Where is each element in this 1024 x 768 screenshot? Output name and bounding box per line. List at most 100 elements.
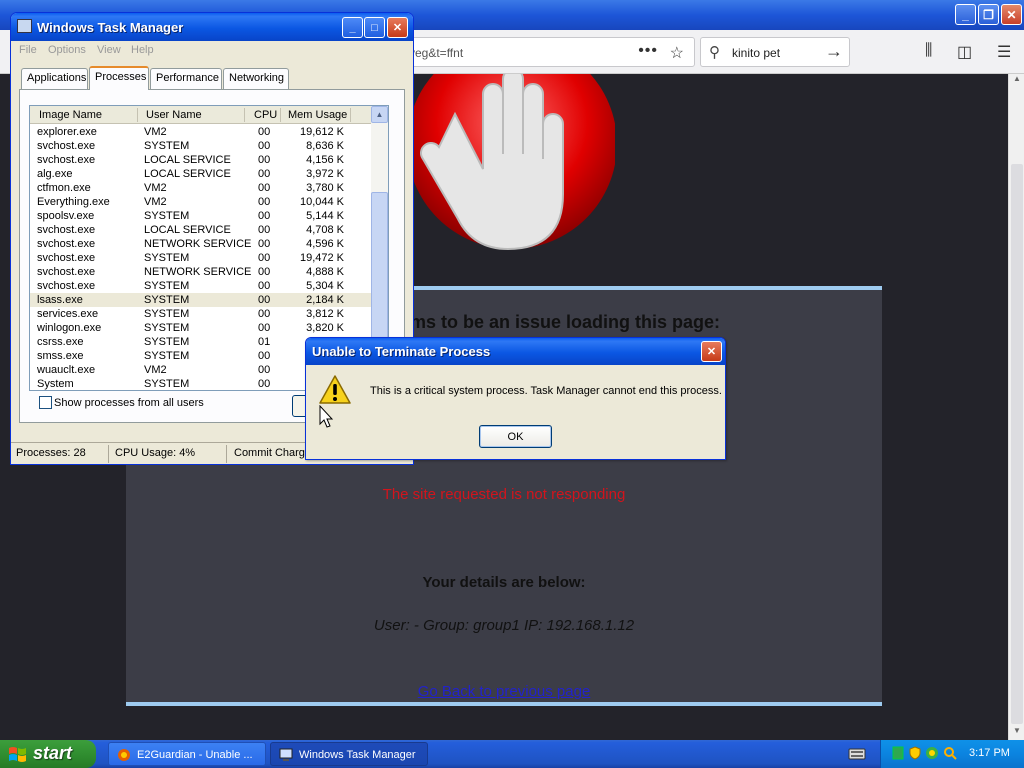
browser-minimize-button[interactable]: _	[955, 4, 976, 25]
dialog-title-bar[interactable]: Unable to Terminate Process ✕	[306, 338, 725, 365]
process-user: NETWORK SERVICE	[144, 238, 252, 250]
process-name: svchost.exe	[37, 266, 96, 278]
scroll-up-arrow-icon[interactable]: ▲	[1009, 74, 1024, 88]
unable-to-terminate-dialog: Unable to Terminate Process ✕ This is a …	[305, 337, 726, 460]
page-actions-icon[interactable]: •••	[638, 42, 658, 60]
bookmark-star-icon[interactable]: ☆	[670, 43, 684, 63]
process-row[interactable]: svchost.exe LOCAL SERVICE 00 4,708 K	[30, 223, 372, 237]
browser-scrollbar[interactable]: ▲ ▼	[1008, 74, 1024, 740]
column-divider[interactable]	[244, 108, 245, 122]
tab-networking[interactable]: Networking	[223, 68, 289, 89]
process-row[interactable]: alg.exe LOCAL SERVICE 00 3,972 K	[30, 167, 372, 181]
network-icon[interactable]	[891, 746, 905, 760]
taskbar-item-label: E2Guardian - Unable ...	[137, 749, 253, 761]
start-label: start	[33, 743, 73, 763]
browser-icon	[118, 749, 130, 761]
tm-close-button[interactable]: ✕	[387, 17, 408, 38]
menu-file[interactable]: File	[19, 44, 37, 56]
process-row[interactable]: svchost.exe SYSTEM 00 5,304 K	[30, 279, 372, 293]
tab-processes[interactable]: Processes	[89, 66, 149, 90]
search-go-arrow-icon[interactable]: →	[825, 41, 843, 62]
update-icon[interactable]	[925, 746, 939, 760]
process-cpu: 00	[258, 280, 271, 292]
column-image-name[interactable]: Image Name	[39, 109, 102, 121]
mouse-pointer-icon	[319, 405, 334, 428]
menu-view[interactable]: View	[97, 44, 121, 56]
process-mem: 5,304 K	[306, 280, 344, 292]
process-row[interactable]: svchost.exe NETWORK SERVICE 00 4,596 K	[30, 237, 372, 251]
tm-maximize-button[interactable]: □	[364, 17, 385, 38]
process-cpu: 01	[258, 336, 271, 348]
column-divider[interactable]	[137, 108, 138, 122]
process-user: LOCAL SERVICE	[144, 154, 231, 166]
process-row[interactable]: explorer.exe VM2 00 19,612 K	[30, 125, 372, 139]
taskbar-item-task-manager[interactable]: Windows Task Manager	[270, 742, 428, 766]
sidebar-icon[interactable]: ◫	[957, 42, 972, 62]
ok-button[interactable]: OK	[479, 425, 552, 448]
process-name: alg.exe	[37, 168, 73, 180]
library-icon[interactable]: ⫼	[925, 42, 932, 60]
process-name: svchost.exe	[37, 238, 96, 250]
security-shield-icon[interactable]	[908, 746, 922, 760]
column-user-name[interactable]: User Name	[146, 109, 202, 121]
task-manager-title-bar[interactable]: Windows Task Manager _ □ ✕	[11, 13, 413, 41]
browser-maximize-button[interactable]: ❐	[978, 4, 999, 25]
menu-options[interactable]: Options	[48, 44, 86, 56]
process-name: smss.exe	[37, 350, 84, 362]
process-mem: 8,636 K	[306, 140, 344, 152]
process-row[interactable]: svchost.exe NETWORK SERVICE 00 4,888 K	[30, 265, 372, 279]
process-user: SYSTEM	[144, 252, 190, 264]
tm-minimize-button[interactable]: _	[342, 17, 363, 38]
dialog-close-button[interactable]: ✕	[701, 341, 722, 362]
task-manager-title: Windows Task Manager	[37, 20, 184, 35]
browser-scroll-thumb[interactable]	[1011, 164, 1023, 724]
search-bar[interactable]: ⚲ kinito pet →	[700, 37, 850, 67]
warning-icon	[319, 375, 351, 404]
process-user: VM2	[144, 196, 167, 208]
column-divider[interactable]	[280, 108, 281, 122]
process-name: spoolsv.exe	[37, 210, 95, 222]
show-all-processes-label[interactable]: Show processes from all users	[54, 397, 204, 409]
process-row[interactable]: services.exe SYSTEM 00 3,812 K	[30, 307, 372, 321]
status-commit-charge: Commit Charge	[234, 447, 312, 459]
process-row[interactable]: svchost.exe LOCAL SERVICE 00 4,156 K	[30, 153, 372, 167]
keyboard-icon[interactable]	[848, 747, 866, 761]
process-user: VM2	[144, 182, 167, 194]
column-cpu[interactable]: CPU	[254, 109, 277, 121]
process-row[interactable]: svchost.exe SYSTEM 00 8,636 K	[30, 139, 372, 153]
tab-applications[interactable]: Applications	[21, 68, 88, 89]
process-row[interactable]: Everything.exe VM2 00 10,044 K	[30, 195, 372, 209]
process-row[interactable]: winlogon.exe SYSTEM 00 3,820 K	[30, 321, 372, 335]
show-all-processes-checkbox[interactable]	[39, 396, 52, 409]
menu-icon[interactable]: ☰	[997, 42, 1011, 62]
process-row[interactable]: lsass.exe SYSTEM 00 2,184 K	[30, 293, 372, 307]
process-row[interactable]: spoolsv.exe SYSTEM 00 5,144 K	[30, 209, 372, 223]
process-row[interactable]: svchost.exe SYSTEM 00 19,472 K	[30, 251, 372, 265]
start-button[interactable]: start	[0, 740, 96, 768]
stop-hand-icon	[407, 74, 615, 251]
taskbar-item-e2guardian[interactable]: E2Guardian - Unable ...	[108, 742, 266, 766]
process-name: svchost.exe	[37, 140, 96, 152]
scroll-down-arrow-icon[interactable]: ▼	[1009, 726, 1024, 740]
url-bar[interactable]: veg&t=ffnt ••• ☆	[400, 37, 695, 67]
menu-help[interactable]: Help	[131, 44, 154, 56]
process-mem: 5,144 K	[306, 210, 344, 222]
task-manager-app-icon	[17, 19, 32, 33]
process-name: Everything.exe	[37, 196, 110, 208]
process-user: SYSTEM	[144, 336, 190, 348]
process-row[interactable]: ctfmon.exe VM2 00 3,780 K	[30, 181, 372, 195]
windows-flag-icon	[9, 747, 26, 762]
back-link[interactable]: Go Back to previous page	[418, 683, 591, 700]
process-mem: 3,820 K	[306, 322, 344, 334]
process-name: wuauclt.exe	[37, 364, 96, 376]
browser-close-button[interactable]: ✕	[1001, 4, 1022, 25]
column-mem-usage[interactable]: Mem Usage	[288, 109, 347, 121]
column-divider[interactable]	[350, 108, 351, 122]
magnifier-icon[interactable]	[943, 746, 957, 760]
process-mem: 4,156 K	[306, 154, 344, 166]
process-cpu: 00	[258, 350, 271, 362]
process-name: explorer.exe	[37, 126, 97, 138]
tab-performance[interactable]: Performance	[150, 68, 222, 89]
scroll-up-arrow-icon[interactable]: ▲	[371, 106, 388, 123]
process-user: SYSTEM	[144, 322, 190, 334]
